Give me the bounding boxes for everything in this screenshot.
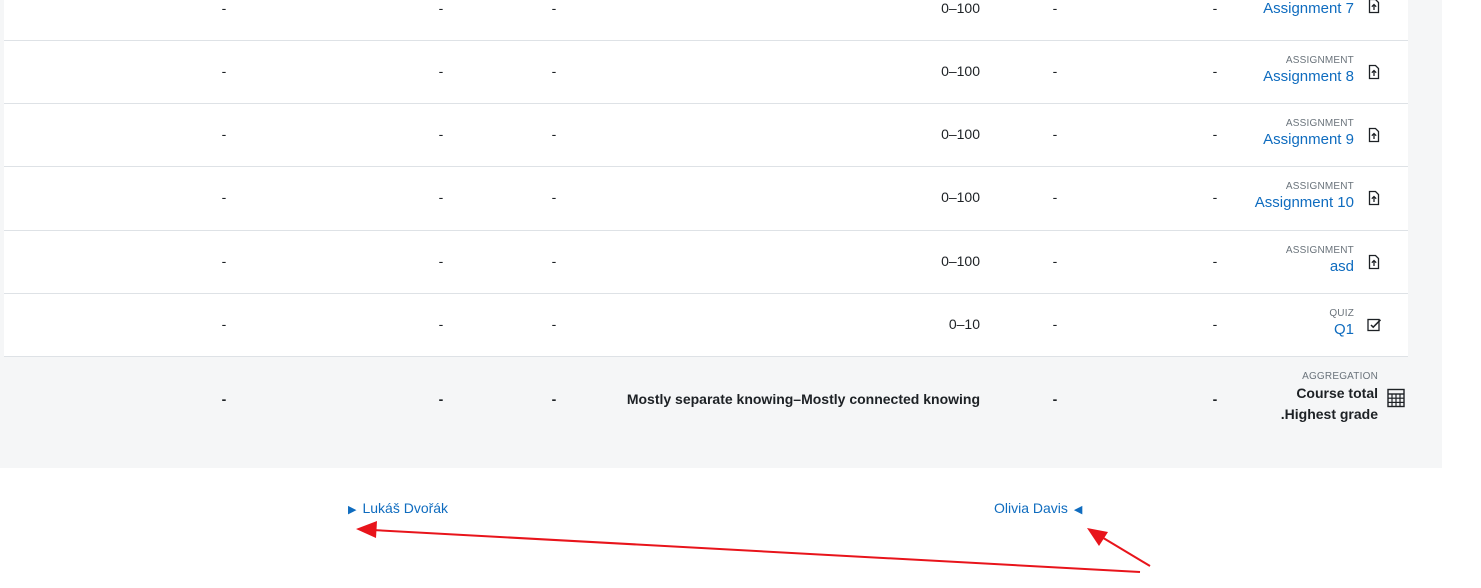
range-cell: 0–100	[941, 0, 980, 16]
range-cell: 0–100	[941, 126, 980, 142]
letter-cell: -	[551, 253, 557, 269]
letter-cell: -	[551, 391, 557, 407]
item-link[interactable]: asd	[1286, 257, 1354, 277]
course-total-label: Course total	[1296, 385, 1378, 401]
weight-cell: -	[1052, 189, 1058, 205]
item-link[interactable]: Assignment 7	[1263, 0, 1354, 19]
percentage-cell: -	[438, 316, 444, 332]
feedback-cell: -	[1212, 0, 1218, 16]
letter-cell: -	[551, 0, 557, 16]
item-link[interactable]: Q1	[1329, 320, 1354, 340]
assignment-upload-icon	[1368, 254, 1380, 270]
percentage-cell: -	[438, 391, 444, 407]
weight-cell: -	[1052, 316, 1058, 332]
range-cell: 0–100	[941, 189, 980, 205]
table-row: - - - 0–10 - - QUIZ Q1	[4, 294, 1408, 357]
item-type: AGGREGATION	[1302, 371, 1378, 382]
weight-cell: -	[1052, 126, 1058, 142]
item-type: ASSIGNMENT	[1285, 118, 1354, 129]
grade-item: ASSIGNMENT Assignment 7	[1263, 0, 1354, 19]
prev-user-link[interactable]: ▶ Lukáš Dvořák	[348, 500, 448, 516]
quiz-check-icon	[1367, 318, 1382, 332]
table-row: - - - 0–100 - - ASSIGNMENT Assignment 10	[4, 167, 1408, 231]
arrow-to-next-user	[1087, 528, 1151, 567]
percentage-cell: -	[438, 126, 444, 142]
item-link[interactable]: Assignment 10	[1255, 193, 1354, 213]
letter-cell: -	[551, 316, 557, 332]
next-user-name: Olivia Davis	[994, 500, 1068, 516]
table-row: - - - 0–100 - - ASSIGNMENT Assignment 7	[4, 0, 1408, 41]
item-link[interactable]: Assignment 8	[1263, 67, 1354, 87]
range-cell: 0–100	[941, 253, 980, 269]
feedback-cell: -	[1212, 126, 1218, 142]
table-row: - - - 0–100 - - ASSIGNMENT asd	[4, 231, 1408, 294]
weight-cell: -	[1052, 63, 1058, 79]
grade-cell: -	[221, 0, 227, 16]
percentage-cell: -	[438, 253, 444, 269]
grade-cell: -	[221, 391, 227, 407]
table-row: - - - 0–100 - - ASSIGNMENT Assignment 9	[4, 104, 1408, 167]
course-total-row: - - - Mostly separate knowing–Mostly con…	[4, 357, 1408, 437]
assignment-upload-icon	[1368, 64, 1380, 80]
feedback-cell: -	[1212, 189, 1218, 205]
feedback-cell: -	[1212, 63, 1218, 79]
grade-cell: -	[221, 316, 227, 332]
range-cell: 0–10	[948, 316, 980, 332]
caret-right-icon: ▶	[348, 504, 357, 516]
feedback-cell: -	[1212, 316, 1218, 332]
grade-item: ASSIGNMENT Assignment 10	[1255, 180, 1354, 213]
caret-left-icon: ◀	[1073, 504, 1083, 516]
percentage-cell: -	[438, 63, 444, 79]
course-total-item: AGGREGATION Course total .Highest grade	[1281, 370, 1378, 425]
aggregation-method: .Highest grade	[1280, 406, 1378, 422]
calculator-icon	[1387, 388, 1405, 408]
prev-user-name: Lukáš Dvořák	[362, 500, 449, 516]
arrow-to-prev-user	[356, 521, 1141, 573]
range-cell: 0–100	[941, 63, 980, 79]
grade-cell: -	[221, 63, 227, 79]
letter-cell: -	[551, 126, 557, 142]
item-type: ASSIGNMENT	[1285, 181, 1354, 192]
grade-item: ASSIGNMENT Assignment 8	[1263, 54, 1354, 87]
weight-cell: -	[1052, 0, 1058, 16]
letter-cell: -	[551, 189, 557, 205]
assignment-upload-icon	[1368, 127, 1380, 143]
percentage-cell: -	[438, 0, 444, 16]
item-type: ASSIGNMENT	[1285, 55, 1354, 66]
feedback-cell: -	[1212, 391, 1218, 407]
grade-cell: -	[221, 189, 227, 205]
weight-cell: -	[1052, 253, 1058, 269]
assignment-upload-icon	[1368, 0, 1380, 14]
grade-item: ASSIGNMENT asd	[1286, 244, 1354, 277]
grade-item: ASSIGNMENT Assignment 9	[1263, 117, 1354, 150]
grade-cell: -	[221, 126, 227, 142]
next-user-link[interactable]: Olivia Davis ◀	[994, 500, 1082, 516]
percentage-cell: -	[438, 189, 444, 205]
range-cell: Mostly separate knowing–Mostly connected…	[626, 391, 980, 407]
item-link[interactable]: Assignment 9	[1263, 130, 1354, 150]
weight-cell: -	[1052, 391, 1058, 407]
feedback-cell: -	[1212, 253, 1218, 269]
assignment-upload-icon	[1368, 190, 1380, 206]
item-type: QUIZ	[1329, 308, 1354, 319]
item-type: ASSIGNMENT	[1285, 245, 1354, 256]
grade-cell: -	[221, 253, 227, 269]
table-row: - - - 0–100 - - ASSIGNMENT Assignment 8	[4, 41, 1408, 104]
grade-item: QUIZ Q1	[1329, 307, 1354, 340]
grader-report: - - - 0–100 - - ASSIGNMENT Assignment 7 …	[0, 0, 1442, 468]
letter-cell: -	[551, 63, 557, 79]
